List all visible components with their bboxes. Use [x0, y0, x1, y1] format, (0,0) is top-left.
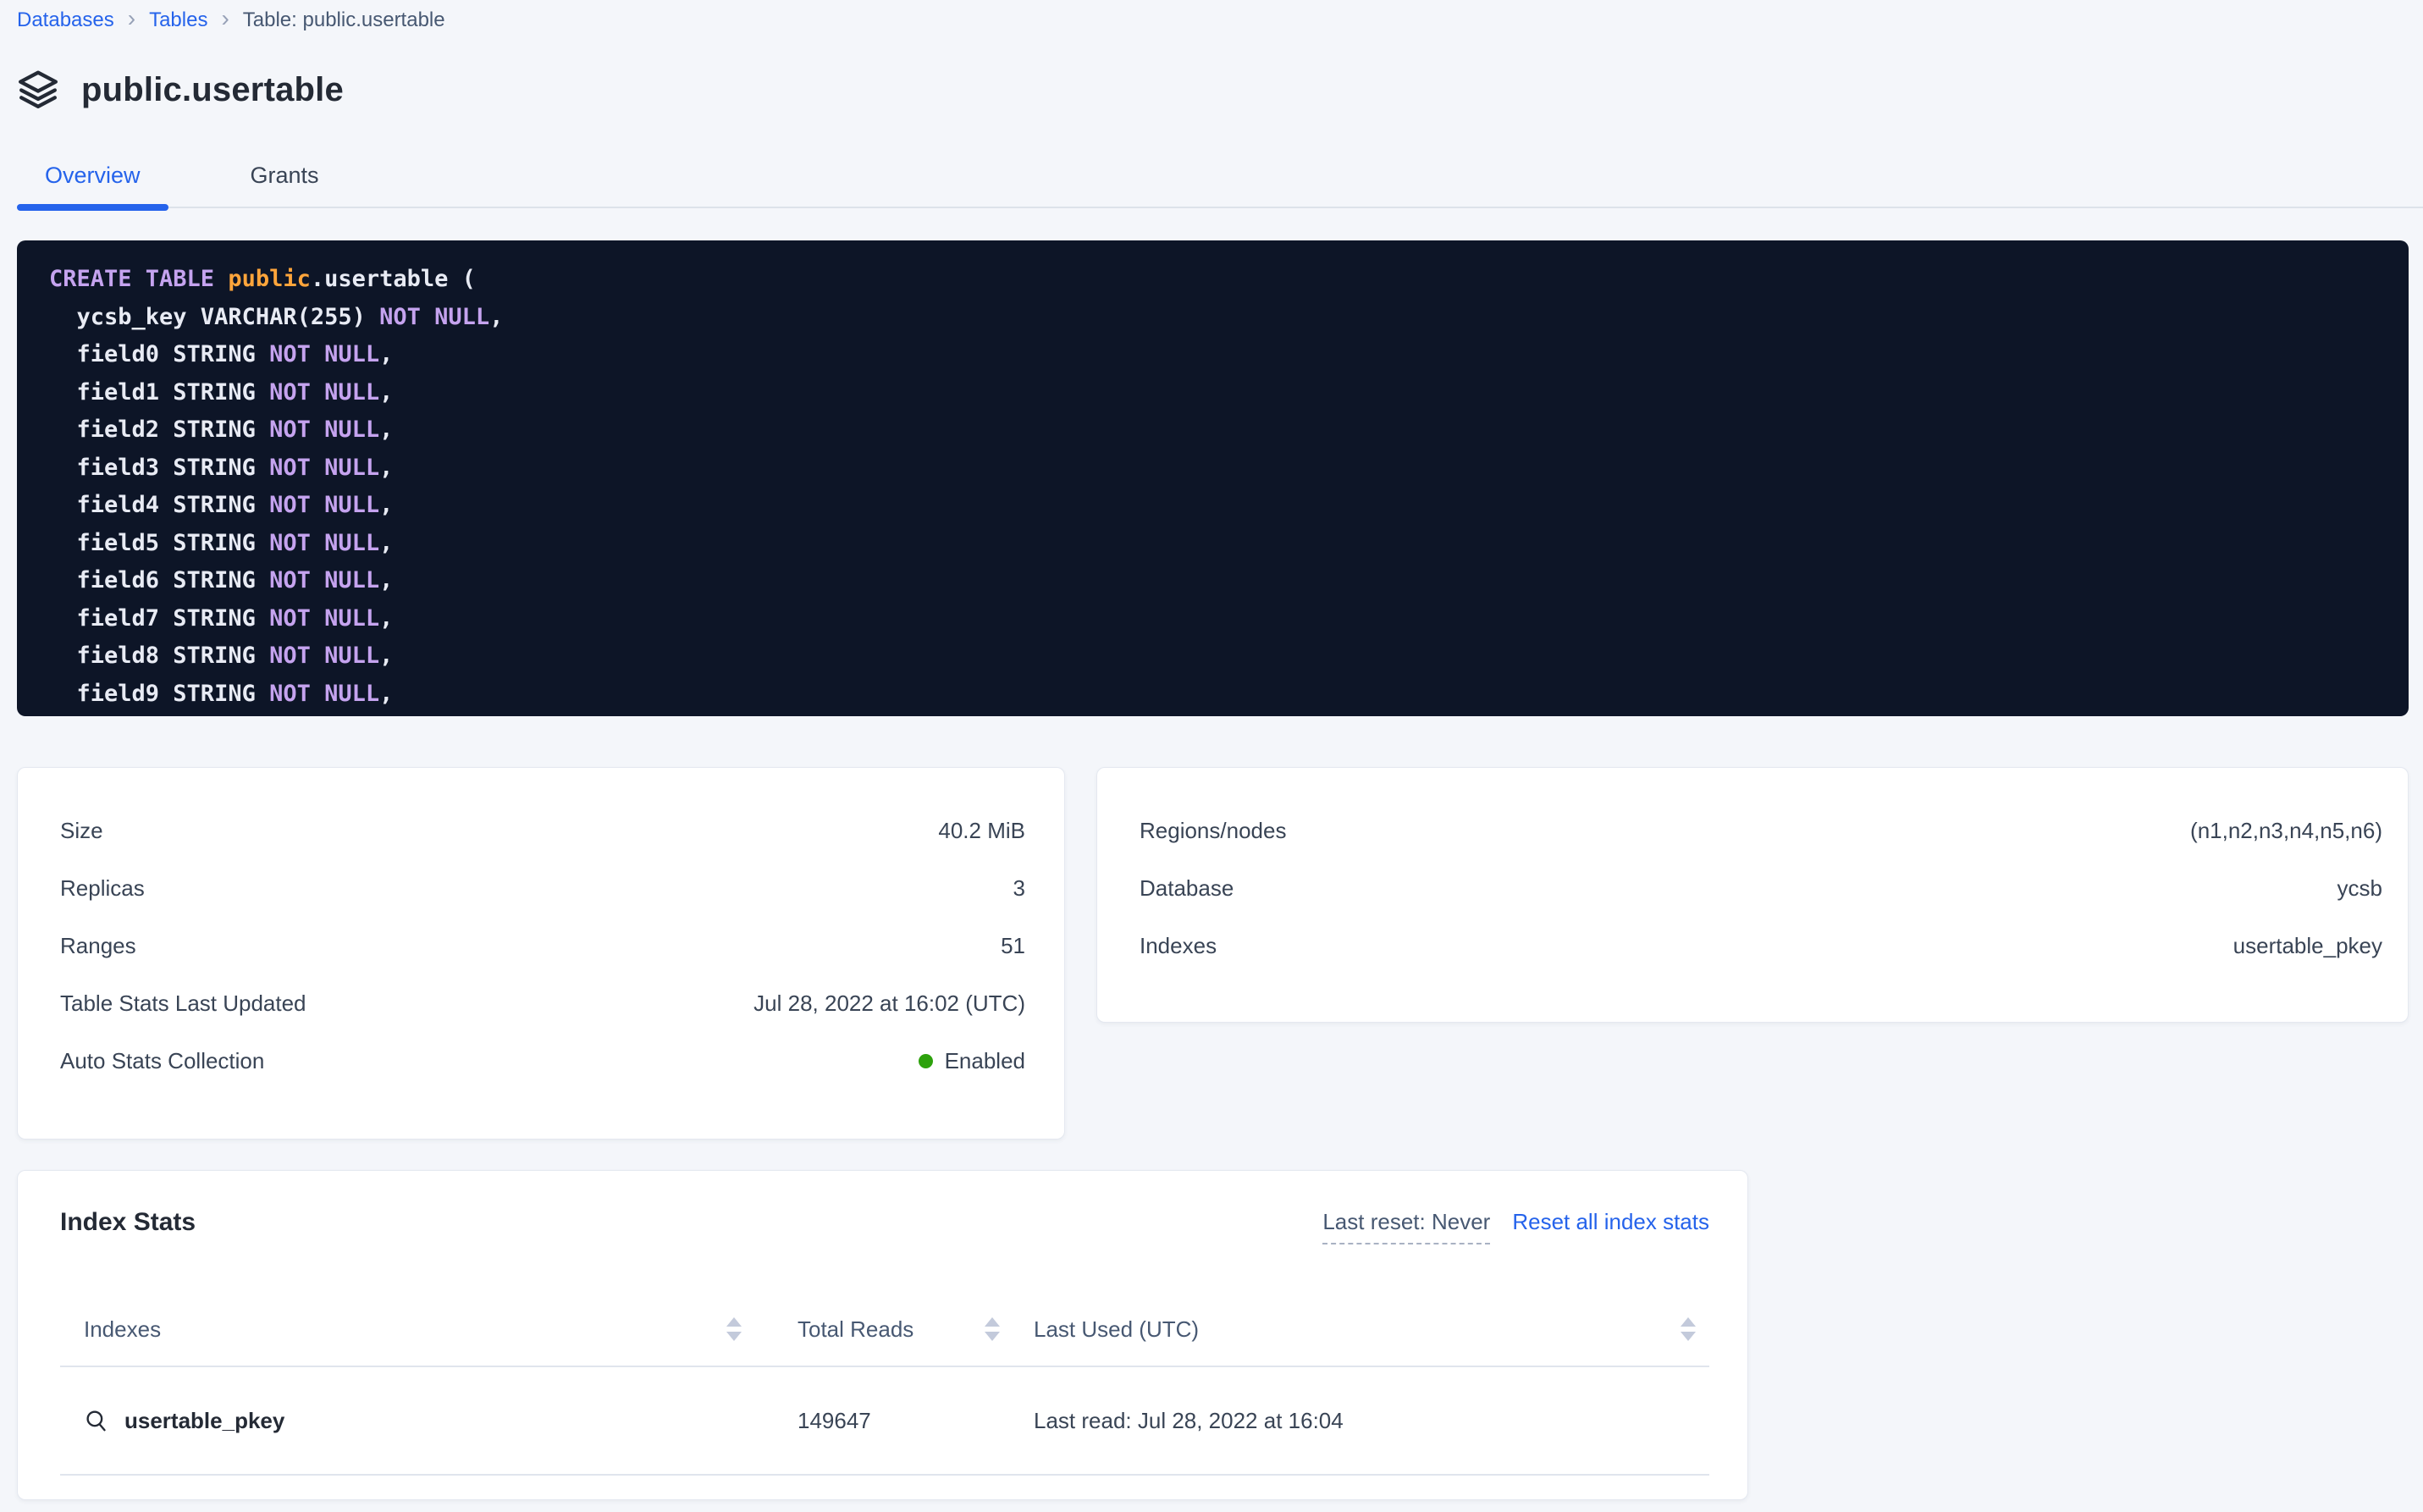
table-stack-icon — [17, 69, 59, 111]
sql-line: field2 STRING NOT NULL, — [49, 411, 2376, 450]
tab-grants[interactable]: Grants — [223, 161, 347, 190]
sql-line: CREATE TABLE public.usertable ( — [49, 261, 2376, 299]
summary-cards-row: Size 40.2 MiB Replicas 3 Ranges 51 Table Stats… — [17, 767, 2409, 1140]
sql-line: field0 STRING NOT NULL, — [49, 336, 2376, 374]
summary-label: Auto Stats Collection — [60, 1048, 264, 1074]
sort-arrows-icon — [726, 1317, 742, 1341]
summary-value: Jul 28, 2022 at 16:02 (UTC) — [753, 991, 1025, 1017]
summary-row: Size 40.2 MiB — [60, 802, 1025, 859]
summary-value: usertable_pkey — [2233, 933, 2382, 959]
column-header-last-used[interactable]: Last Used (UTC) — [1034, 1316, 1709, 1343]
index-name-cell[interactable]: usertable_pkey — [60, 1408, 742, 1434]
summary-row: Ranges 51 — [60, 917, 1025, 974]
index-table-body: usertable_pkey 149647Last read: Jul 28, 2… — [60, 1367, 1709, 1476]
index-stats-title: Index Stats — [60, 1208, 196, 1237]
summary-row: Table Stats Last Updated Jul 28, 2022 at … — [60, 974, 1025, 1032]
index-table-header: Indexes Total Reads Last Used (UTC) — [60, 1293, 1709, 1367]
status-dot-icon — [919, 1054, 933, 1068]
breadcrumb-chevron-icon: › — [221, 8, 229, 29]
breadcrumb-item-tables[interactable]: Tables — [149, 8, 207, 32]
sql-line: field7 STRING NOT NULL, — [49, 600, 2376, 638]
summary-label: Indexes — [1140, 933, 1217, 959]
summary-label: Regions/nodes — [1140, 818, 1286, 844]
summary-value: Enabled — [919, 1048, 1025, 1074]
column-label: Last Used (UTC) — [1034, 1316, 1199, 1343]
summary-label: Replicas — [60, 875, 145, 902]
reset-index-stats-link[interactable]: Reset all index stats — [1512, 1208, 1709, 1235]
table-details-page: Databases › Tables › Table: public.usertable… — [0, 0, 2423, 1512]
summary-label: Table Stats Last Updated — [60, 991, 306, 1017]
index-stats-card: Index Stats Last reset: Never Reset all … — [17, 1170, 1748, 1500]
index-last-used: Last read: Jul 28, 2022 at 16:04 — [1034, 1408, 1709, 1434]
sql-line: field4 STRING NOT NULL, — [49, 487, 2376, 525]
summary-row: Database ycsb — [1140, 859, 2382, 917]
index-name: usertable_pkey — [124, 1408, 284, 1434]
page-title: public.usertable — [81, 71, 344, 109]
summary-value: 40.2 MiB — [938, 818, 1025, 844]
summary-label: Ranges — [60, 933, 136, 959]
database-summary-card: Regions/nodes (n1,n2,n3,n4,n5,n6) Database… — [1096, 767, 2409, 1023]
summary-label: Database — [1140, 875, 1234, 902]
column-header-indexes[interactable]: Indexes — [60, 1316, 742, 1343]
tab-bar: Overview Grants — [17, 161, 2423, 208]
page-header: public.usertable — [17, 66, 2409, 113]
summary-value: ycsb — [2337, 875, 2382, 902]
breadcrumb-item-databases[interactable]: Databases — [17, 8, 114, 32]
summary-value: 3 — [1013, 875, 1025, 902]
sql-line: ycsb_key VARCHAR(255) NOT NULL, — [49, 299, 2376, 337]
summary-row: Regions/nodes (n1,n2,n3,n4,n5,n6) — [1140, 802, 2382, 859]
index-stats-actions: Last reset: Never Reset all index stats — [1322, 1208, 1709, 1244]
sql-line: field8 STRING NOT NULL, — [49, 637, 2376, 676]
summary-row: Indexes usertable_pkey — [1140, 917, 2382, 974]
sql-line: field1 STRING NOT NULL, — [49, 374, 2376, 412]
sort-arrows-icon — [1681, 1317, 1696, 1341]
summary-value: 51 — [1001, 933, 1025, 959]
breadcrumb-chevron-icon: › — [128, 8, 135, 29]
table-summary-card: Size 40.2 MiB Replicas 3 Ranges 51 Table Stats… — [17, 767, 1065, 1140]
sql-line: field3 STRING NOT NULL, — [49, 450, 2376, 488]
index-total-reads: 149647 — [742, 1408, 1034, 1434]
sql-line: field9 STRING NOT NULL, — [49, 676, 2376, 714]
sort-arrows-icon — [985, 1317, 1000, 1341]
breadcrumb: Databases › Tables › Table: public.usertable — [17, 7, 2409, 34]
tab-overview[interactable]: Overview — [17, 161, 168, 190]
summary-row: Auto Stats Collection Enabled — [60, 1032, 1025, 1090]
last-reset-label: Last reset: Never — [1322, 1208, 1490, 1244]
summary-row: Replicas 3 — [60, 859, 1025, 917]
column-label: Total Reads — [798, 1316, 913, 1343]
index-table-row: usertable_pkey 149647Last read: Jul 28, 2… — [60, 1367, 1709, 1476]
column-label: Indexes — [84, 1316, 161, 1343]
sql-line: field5 STRING NOT NULL, — [49, 525, 2376, 563]
create-statement-box[interactable]: CREATE TABLE public.usertable ( ycsb_key… — [17, 240, 2409, 716]
index-stats-header: Index Stats Last reset: Never Reset all … — [60, 1208, 1709, 1245]
sql-line: field6 STRING NOT NULL, — [49, 562, 2376, 600]
search-icon — [84, 1408, 109, 1433]
column-header-total-reads[interactable]: Total Reads — [742, 1316, 1034, 1343]
summary-value: (n1,n2,n3,n4,n5,n6) — [2190, 818, 2382, 844]
index-stats-table: Indexes Total Reads Last Used (UTC) user… — [60, 1293, 1709, 1476]
breadcrumb-item-table-public-usertable: Table: public.usertable — [243, 8, 445, 32]
summary-label: Size — [60, 818, 103, 844]
